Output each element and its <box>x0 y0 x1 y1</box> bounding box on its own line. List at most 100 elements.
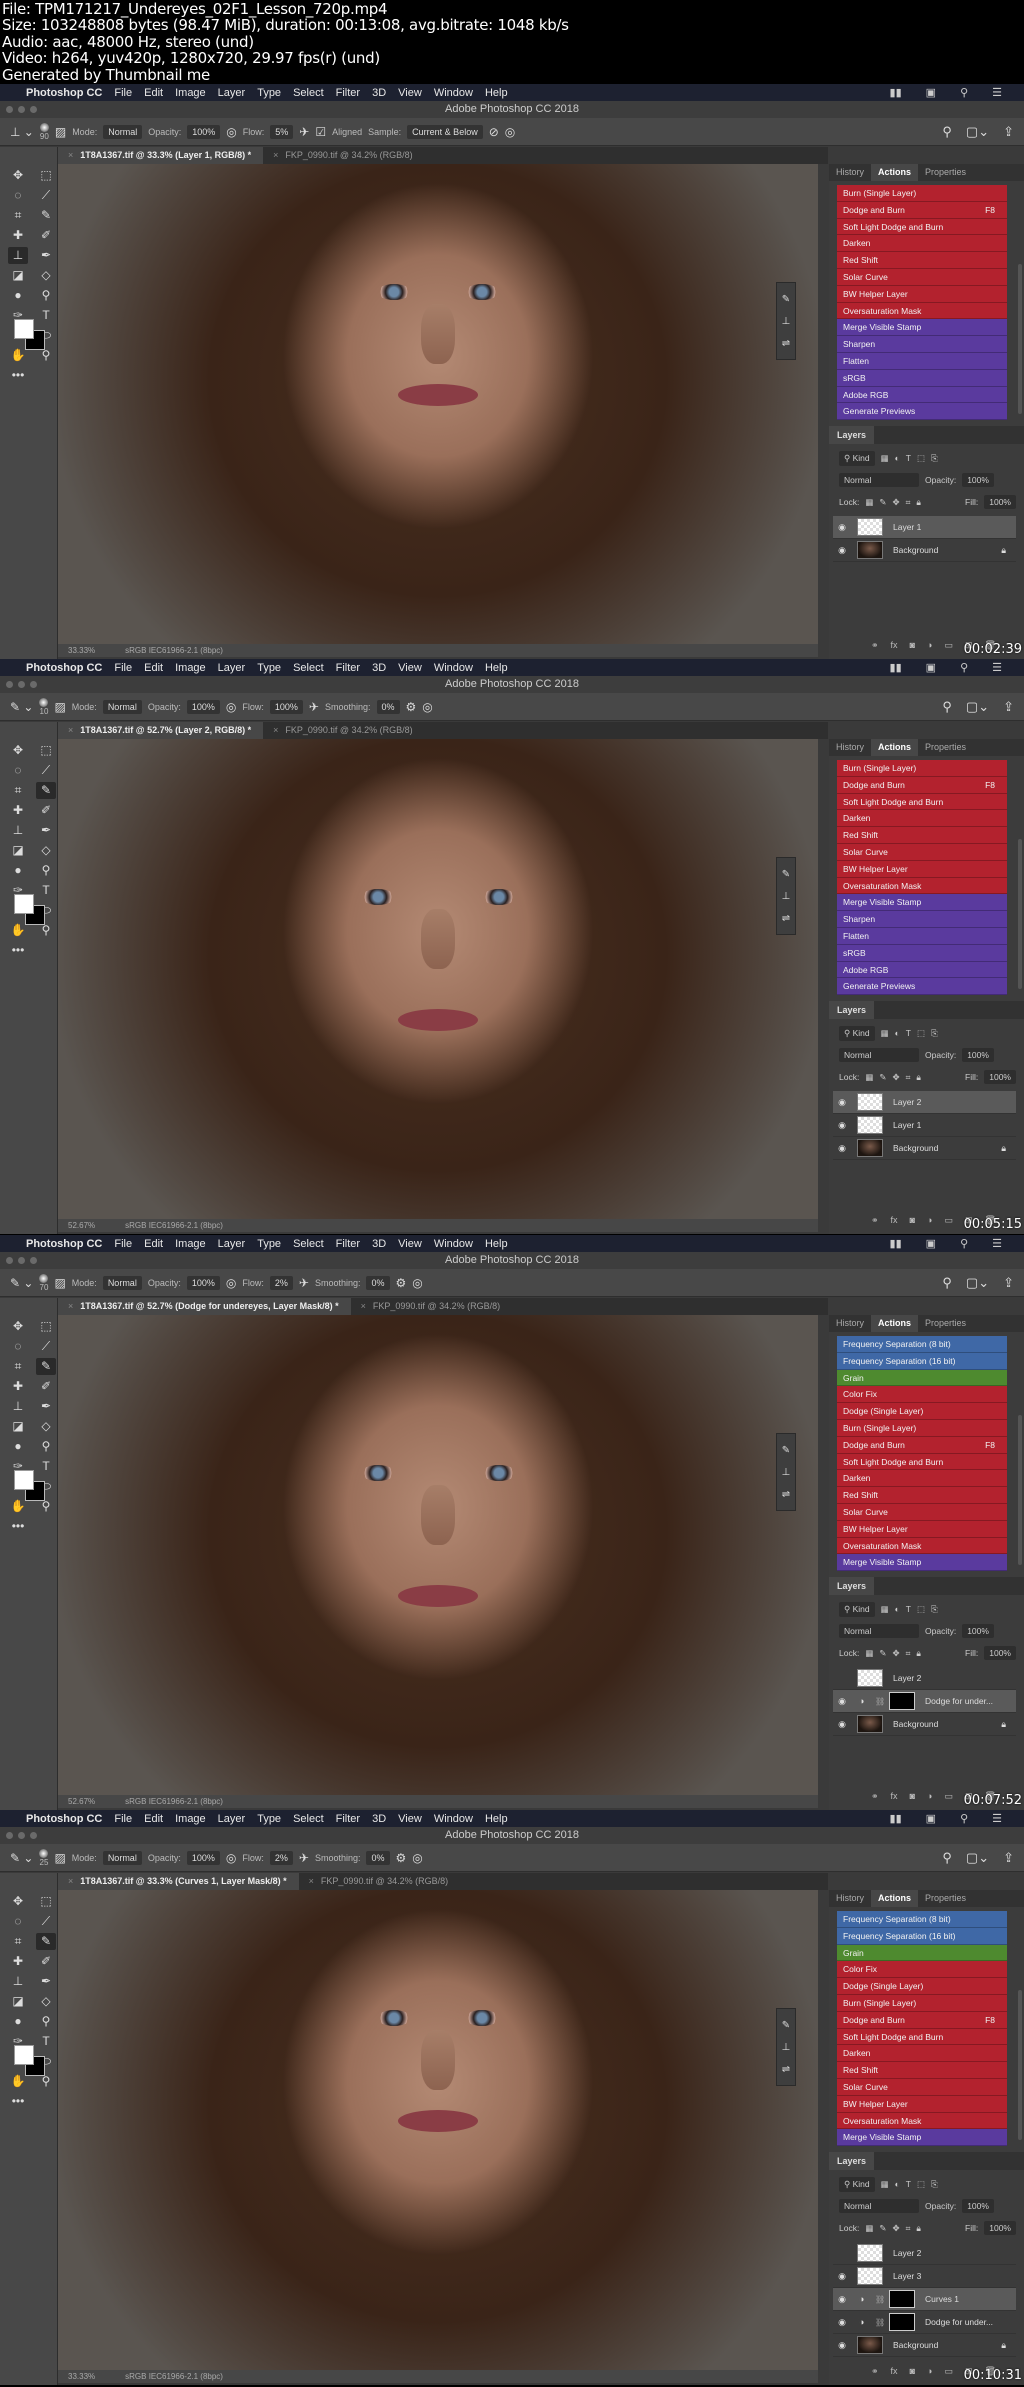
adjustment-icon[interactable]: ◑ <box>927 1791 932 1805</box>
workspace-switcher-icon[interactable]: ▢⌄ <box>966 124 989 140</box>
share-icon[interactable]: ⇪ <box>1003 1850 1014 1866</box>
tool-icon[interactable]: ⬚ <box>36 167 56 184</box>
edit-toolbar-icon[interactable]: ••• <box>8 2093 28 2110</box>
menu-item-view[interactable]: View <box>398 1813 422 1825</box>
actions-scrollbar[interactable] <box>1018 1990 1022 2140</box>
menu-item-window[interactable]: Window <box>434 1238 473 1250</box>
search-icon[interactable]: ⚲ <box>960 661 968 674</box>
tab-history[interactable]: History <box>829 739 871 756</box>
filter-icon[interactable]: T <box>906 1604 911 1614</box>
action-item[interactable]: Red Shift <box>837 252 1007 269</box>
lock-icon[interactable]: ⌗ <box>906 497 911 508</box>
menu-item-filter[interactable]: Filter <box>336 87 360 99</box>
menu-item-file[interactable]: File <box>114 662 132 674</box>
menu-item-filter[interactable]: Filter <box>336 1813 360 1825</box>
tool-icon[interactable]: ✒ <box>36 1973 56 1990</box>
action-item[interactable]: Oversaturation Mask <box>837 2112 1007 2130</box>
action-item[interactable]: Burn (Single Layer) <box>837 185 1007 202</box>
tool-icon[interactable]: ◇ <box>36 1993 56 2010</box>
layers-title[interactable]: Layers <box>829 1577 875 1595</box>
lock-icon[interactable]: ✎ <box>879 1648 886 1659</box>
layer-thumbnail[interactable] <box>889 1692 915 1710</box>
action-item[interactable]: Flatten <box>837 927 1007 945</box>
smoothing-input[interactable]: 0% <box>366 1275 390 1290</box>
layer-thumbnail[interactable] <box>889 2290 915 2308</box>
tool-icon[interactable]: ◪ <box>8 842 28 859</box>
action-item[interactable]: Merge Visible Stamp <box>837 1554 1007 1572</box>
menu-item-file[interactable]: File <box>114 1238 132 1250</box>
edit-toolbar-icon[interactable]: ••• <box>8 367 28 384</box>
blend-mode-select[interactable]: Normal <box>839 2199 919 2213</box>
edit-toolbar-icon[interactable]: ••• <box>8 1518 28 1535</box>
fx-icon[interactable]: fx <box>891 2366 898 2380</box>
tool-icon[interactable]: ✚ <box>8 1953 28 1970</box>
tool-icon[interactable]: ⊥ <box>8 247 28 264</box>
foreground-color-swatch[interactable] <box>14 894 34 914</box>
lock-icon[interactable]: ✎ <box>879 2223 886 2234</box>
screen-record-icon[interactable]: ▣ <box>926 1237 936 1250</box>
close-tab-icon[interactable]: × <box>273 725 278 735</box>
clone-source-icon[interactable]: ⊥ <box>777 1462 795 1484</box>
tool-icon[interactable]: ✥ <box>8 167 28 184</box>
menu-item-edit[interactable]: Edit <box>144 1238 163 1250</box>
link-layers-icon[interactable]: ⚭ <box>871 2366 879 2380</box>
pressure-opacity-icon[interactable]: ◎ <box>226 1851 236 1865</box>
menu-item-image[interactable]: Image <box>175 662 206 674</box>
brush-size-picker[interactable]: 25 <box>39 1848 49 1867</box>
smoothing-gear-icon[interactable]: ⚙ <box>396 1276 407 1290</box>
layer-opacity-input[interactable]: 100% <box>962 1048 994 1062</box>
lock-icon[interactable]: ✥ <box>892 2223 899 2234</box>
document-tab[interactable]: × FKP_0990.tif @ 34.2% (RGB/8) <box>263 722 424 739</box>
menu-item-select[interactable]: Select <box>293 87 324 99</box>
menu-app-name[interactable]: Photoshop CC <box>26 1813 102 1825</box>
tool-icon[interactable]: T <box>36 2033 56 2050</box>
action-item[interactable]: Oversaturation Mask <box>837 1537 1007 1555</box>
fill-input[interactable]: 100% <box>984 2221 1016 2235</box>
lock-icon[interactable]: 🔒︎ <box>916 1072 921 1083</box>
layer-row[interactable]: ◉ Background 🔒︎ <box>833 539 1016 562</box>
link-layers-icon[interactable]: ⚭ <box>871 1791 879 1805</box>
action-item[interactable]: BW Helper Layer <box>837 2095 1007 2113</box>
action-item[interactable]: Darken <box>837 2045 1007 2063</box>
tool-icon[interactable]: ✐ <box>36 227 56 244</box>
mode-select[interactable]: Normal <box>102 1850 142 1865</box>
tool-icon[interactable]: ✒ <box>36 822 56 839</box>
tool-presets-icon[interactable]: ⇌ <box>777 1484 795 1506</box>
actions-scrollbar[interactable] <box>1018 1415 1022 1565</box>
lock-icon[interactable]: ▦ <box>865 497 873 508</box>
filter-icon[interactable]: ⬚ <box>917 2179 925 2190</box>
menu-item-view[interactable]: View <box>398 1238 422 1250</box>
tool-icon[interactable]: ✥ <box>8 1893 28 1910</box>
action-item[interactable]: Red Shift <box>837 2062 1007 2079</box>
search-icon[interactable]: ⚲ <box>942 1850 952 1866</box>
filter-icon[interactable]: ◐ <box>895 1604 900 1614</box>
menu-item-window[interactable]: Window <box>434 87 473 99</box>
filter-icon[interactable]: ▦ <box>881 453 889 464</box>
fill-input[interactable]: 100% <box>984 1070 1016 1084</box>
brush-settings-icon[interactable]: ▨ <box>54 1276 65 1290</box>
workspace-icon[interactable]: ▮▮ <box>890 661 902 674</box>
brush-preset-icon[interactable]: ✎ <box>777 289 795 311</box>
kind-filter-select[interactable]: ⚲ Kind <box>839 1025 875 1041</box>
zoom-button[interactable] <box>30 1257 37 1264</box>
layer-opacity-input[interactable]: 100% <box>962 1624 994 1638</box>
lock-icon[interactable]: 🔒︎ <box>916 497 921 508</box>
close-button[interactable] <box>6 1832 13 1839</box>
lock-icon[interactable]: ✥ <box>892 1072 899 1083</box>
action-item[interactable]: Red Shift <box>837 827 1007 844</box>
tool-icon[interactable]: ⊥ <box>8 1398 28 1415</box>
filter-icon[interactable]: ⬚ <box>917 453 925 464</box>
brush-settings-icon[interactable]: ▨ <box>54 1851 65 1865</box>
opacity-input[interactable]: 100% <box>187 124 221 139</box>
action-item[interactable]: Dodge and Burn F8 <box>837 776 1007 794</box>
clone-stamp-tool-preset-icon[interactable]: ⊥ ⌄ <box>10 125 34 139</box>
filter-icon[interactable]: ⎘ <box>931 1604 938 1615</box>
layer-opacity-input[interactable]: 100% <box>962 2199 994 2213</box>
filter-icon[interactable]: ◐ <box>895 1028 900 1038</box>
action-item[interactable]: Sharpen <box>837 336 1007 353</box>
minimize-button[interactable] <box>18 1257 25 1264</box>
filter-icon[interactable]: ⬚ <box>917 1028 925 1039</box>
pressure-opacity-icon[interactable]: ◎ <box>226 700 236 714</box>
tool-icon[interactable]: ⟋ <box>36 187 56 204</box>
close-tab-icon[interactable]: × <box>309 1876 314 1886</box>
